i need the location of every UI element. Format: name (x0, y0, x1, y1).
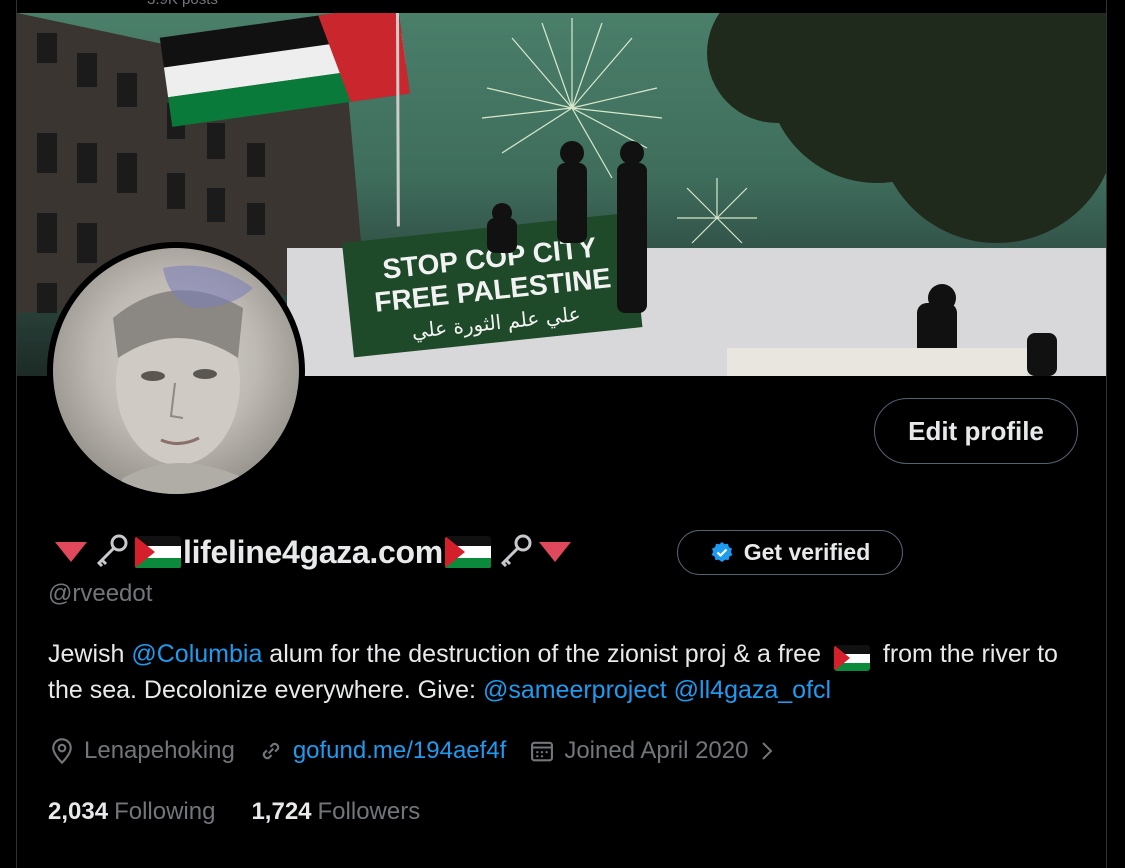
followers-count[interactable]: 1,724 (251, 798, 311, 826)
follow-stats: 2,034 Following 1,724 Followers (48, 796, 456, 828)
location-item: Lenapehoking (48, 737, 235, 765)
link-icon (262, 742, 280, 760)
followers-label[interactable]: Followers (318, 798, 421, 826)
display-name-row: lifeline4gaza.com (55, 528, 571, 576)
joined-text: Joined April 2020 (564, 737, 749, 764)
following-label[interactable]: Following (114, 798, 215, 826)
bio-text (667, 676, 674, 704)
bio-text: alum for the destruction of the zionist … (262, 640, 828, 668)
bio-text: Jewish (48, 640, 132, 668)
chevron-right-icon (762, 742, 773, 760)
mention-columbia-link[interactable]: @Columbia (131, 640, 262, 668)
get-verified-button[interactable]: Get verified (677, 530, 903, 575)
palestine-flag-icon (833, 645, 870, 672)
website-link[interactable]: gofund.me/194aef4f (293, 737, 507, 765)
location-text: Lenapehoking (84, 737, 235, 764)
tree (707, 13, 1106, 243)
verified-badge-icon (711, 541, 733, 562)
right-border (1106, 0, 1125, 868)
mention-ll4gaza-link[interactable]: @ll4gaza_ofcl (674, 676, 831, 704)
website-item: gofund.me/194aef4f (257, 737, 507, 765)
profile-meta: Lenapehoking gofund.me/194aef4f Joined A… (48, 733, 800, 769)
mention-sameerproject-link[interactable]: @sameerproject (483, 676, 667, 704)
posts-count-strip: 3.9K posts (17, 0, 1106, 13)
left-border (0, 0, 17, 868)
key-icon (96, 534, 128, 568)
location-pin-icon (52, 738, 72, 765)
joined-item[interactable]: Joined April 2020 (528, 737, 778, 765)
red-triangle-icon (55, 542, 87, 562)
get-verified-label: Get verified (743, 539, 871, 565)
profile-bio: Jewish @Columbia alum for the destructio… (48, 636, 1088, 708)
edit-profile-button[interactable]: Edit profile (874, 398, 1078, 464)
posts-count: 3.9K posts (147, 0, 218, 8)
palestine-flag-icon (135, 535, 181, 569)
avatar[interactable] (47, 242, 305, 500)
display-name: lifeline4gaza.com (183, 533, 443, 570)
calendar-icon (531, 741, 554, 762)
following-count[interactable]: 2,034 (48, 798, 108, 826)
palestine-flag-icon (444, 535, 491, 569)
key-icon (500, 534, 532, 568)
red-triangle-icon (538, 542, 571, 562)
avatar-photo (53, 248, 299, 494)
user-handle: @rveedot (48, 580, 153, 607)
portrait-sketch (113, 265, 253, 494)
held-sheet (727, 348, 1027, 376)
